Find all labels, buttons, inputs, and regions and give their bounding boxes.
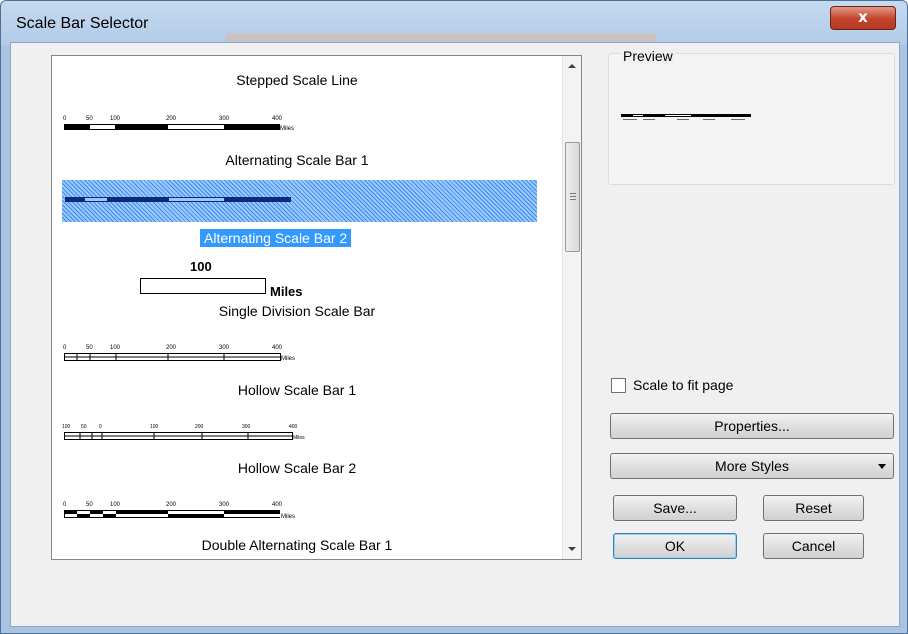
scale-tick-label: 100 — [110, 345, 121, 351]
more-styles-dropdown[interactable]: More Styles — [610, 453, 894, 479]
scale-tick-label: 100 — [110, 502, 121, 508]
title-bar[interactable]: Scale Bar Selector x — [1, 1, 907, 45]
scale-to-fit-label[interactable]: Scale to fit page — [633, 377, 733, 393]
list-item-label[interactable]: Hollow Scale Bar 2 — [52, 460, 542, 476]
close-button[interactable]: x — [830, 6, 896, 30]
scale-tick-label: 0 — [63, 502, 67, 508]
single-division-bar[interactable] — [140, 278, 266, 294]
scale-tick-label: 0 — [63, 345, 67, 351]
scale-tick-label: 50 — [81, 424, 87, 430]
scale-units-label: Miles — [281, 514, 295, 520]
reset-button[interactable]: Reset — [763, 495, 864, 521]
grip-icon — [570, 193, 576, 200]
window-title: Scale Bar Selector — [16, 15, 149, 32]
scroll-down-icon[interactable] — [568, 547, 576, 551]
list-item-label[interactable]: Single Division Scale Bar — [52, 303, 542, 319]
scroll-thumb[interactable] — [565, 142, 580, 252]
double-alternating-scale-bar-1-sample[interactable]: 0 50 100 200 300 400 Miles — [62, 498, 362, 520]
scale-tick-label: 0 — [99, 424, 102, 430]
scale-tick-label: 100 — [62, 424, 71, 430]
save-button[interactable]: Save... — [613, 495, 737, 521]
scale-to-fit-checkbox[interactable] — [611, 378, 626, 393]
dialog-body: Stepped Scale Line 0 50 100 200 300 400 … — [10, 42, 900, 627]
scale-tick-label: 0 — [63, 116, 67, 122]
scale-tick-label: 300 — [219, 345, 230, 351]
single-division-units: Miles — [270, 284, 303, 299]
scale-tick-label: 200 — [166, 116, 177, 122]
scale-tick-label: 300 — [219, 116, 230, 122]
scale-tick-label: 100 — [150, 424, 159, 430]
scale-tick-label: 200 — [166, 502, 177, 508]
single-division-value: 100 — [190, 259, 212, 274]
list-scrollbar[interactable] — [562, 56, 581, 559]
hollow-scale-bar-2-sample[interactable]: 100 50 0 100 200 300 400 Miles — [62, 420, 362, 442]
preview-label: Preview — [621, 48, 675, 64]
scale-tick-label: 50 — [86, 345, 93, 351]
preview-panel: Preview — [608, 48, 895, 185]
hollow-scale-bar-1-sample[interactable]: 0 50 100 200 300 400 Miles — [62, 341, 362, 363]
scale-tick-label: 100 — [110, 116, 121, 122]
more-styles-label: More Styles — [715, 458, 789, 474]
scale-tick-label: 400 — [272, 345, 283, 351]
list-item-label[interactable]: Double Alternating Scale Bar 1 — [52, 537, 542, 553]
selected-item-highlight[interactable] — [62, 180, 537, 222]
alternating-scale-bar-1-sample[interactable]: 0 50 100 200 300 400 Miles — [62, 112, 362, 134]
scale-tick-label: 50 — [86, 116, 93, 122]
list-item-label[interactable]: Stepped Scale Line — [52, 72, 542, 88]
scale-units-label: Miles — [293, 435, 305, 441]
scale-units-label: Miles — [281, 356, 295, 362]
scale-bar-style-list[interactable]: Stepped Scale Line 0 50 100 200 300 400 … — [51, 55, 582, 560]
close-icon: x — [858, 8, 868, 26]
scale-units-label: Miles — [280, 126, 294, 132]
properties-button[interactable]: Properties... — [610, 413, 894, 439]
scale-tick-label: 400 — [289, 424, 298, 430]
alternating-scale-bar-2-sample — [65, 197, 291, 202]
selected-item-label[interactable]: Alternating Scale Bar 2 — [200, 229, 352, 247]
scroll-up-icon[interactable] — [568, 64, 576, 68]
cancel-button[interactable]: Cancel — [763, 533, 864, 559]
scale-tick-label: 400 — [272, 502, 283, 508]
scale-tick-label: 200 — [195, 424, 204, 430]
scale-bar-preview-image — [621, 114, 751, 120]
chevron-down-icon — [878, 464, 886, 469]
scale-tick-label: 300 — [219, 502, 230, 508]
scale-tick-label: 200 — [166, 345, 177, 351]
list-item-label[interactable]: Hollow Scale Bar 1 — [52, 382, 542, 398]
scale-tick-label: 50 — [86, 502, 93, 508]
scale-bar-selector-dialog: Scale Bar Selector x Stepped Scale Line … — [0, 0, 908, 634]
scale-tick-label: 400 — [272, 116, 283, 122]
list-item-label[interactable]: Alternating Scale Bar 1 — [52, 152, 542, 168]
scale-tick-label: 300 — [242, 424, 251, 430]
ok-button[interactable]: OK — [613, 533, 737, 559]
